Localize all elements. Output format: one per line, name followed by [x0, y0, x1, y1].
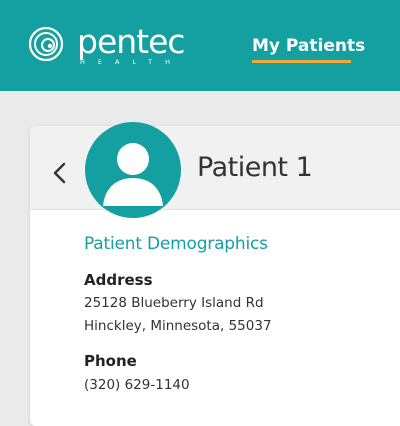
- user-avatar-icon: [103, 143, 163, 206]
- pentec-logo[interactable]: pentec HEALTH: [28, 22, 188, 70]
- phone-value[interactable]: (320) 629-1140: [84, 377, 190, 394]
- top-navigation-bar: pentec HEALTH My Patients: [0, 0, 400, 91]
- logo-wordmark: pentec: [77, 22, 186, 61]
- patient-avatar: [85, 122, 181, 218]
- patient-name: Patient 1: [197, 152, 313, 183]
- patient-demographics-heading: Patient Demographics: [84, 234, 268, 254]
- address-label: Address: [84, 271, 153, 289]
- active-tab-underline: [252, 60, 351, 63]
- phone-label: Phone: [84, 352, 137, 370]
- address-line2: Hinckley, Minnesota, 55037: [84, 318, 272, 334]
- back-button[interactable]: [49, 160, 71, 186]
- chevron-left-icon: [53, 162, 66, 184]
- logo-subtext: HEALTH: [80, 58, 184, 66]
- address-line1: 25128 Blueberry Island Rd: [84, 295, 264, 311]
- pentec-swirl-logo-icon: [28, 26, 64, 62]
- tab-my-patients[interactable]: My Patients: [252, 36, 365, 56]
